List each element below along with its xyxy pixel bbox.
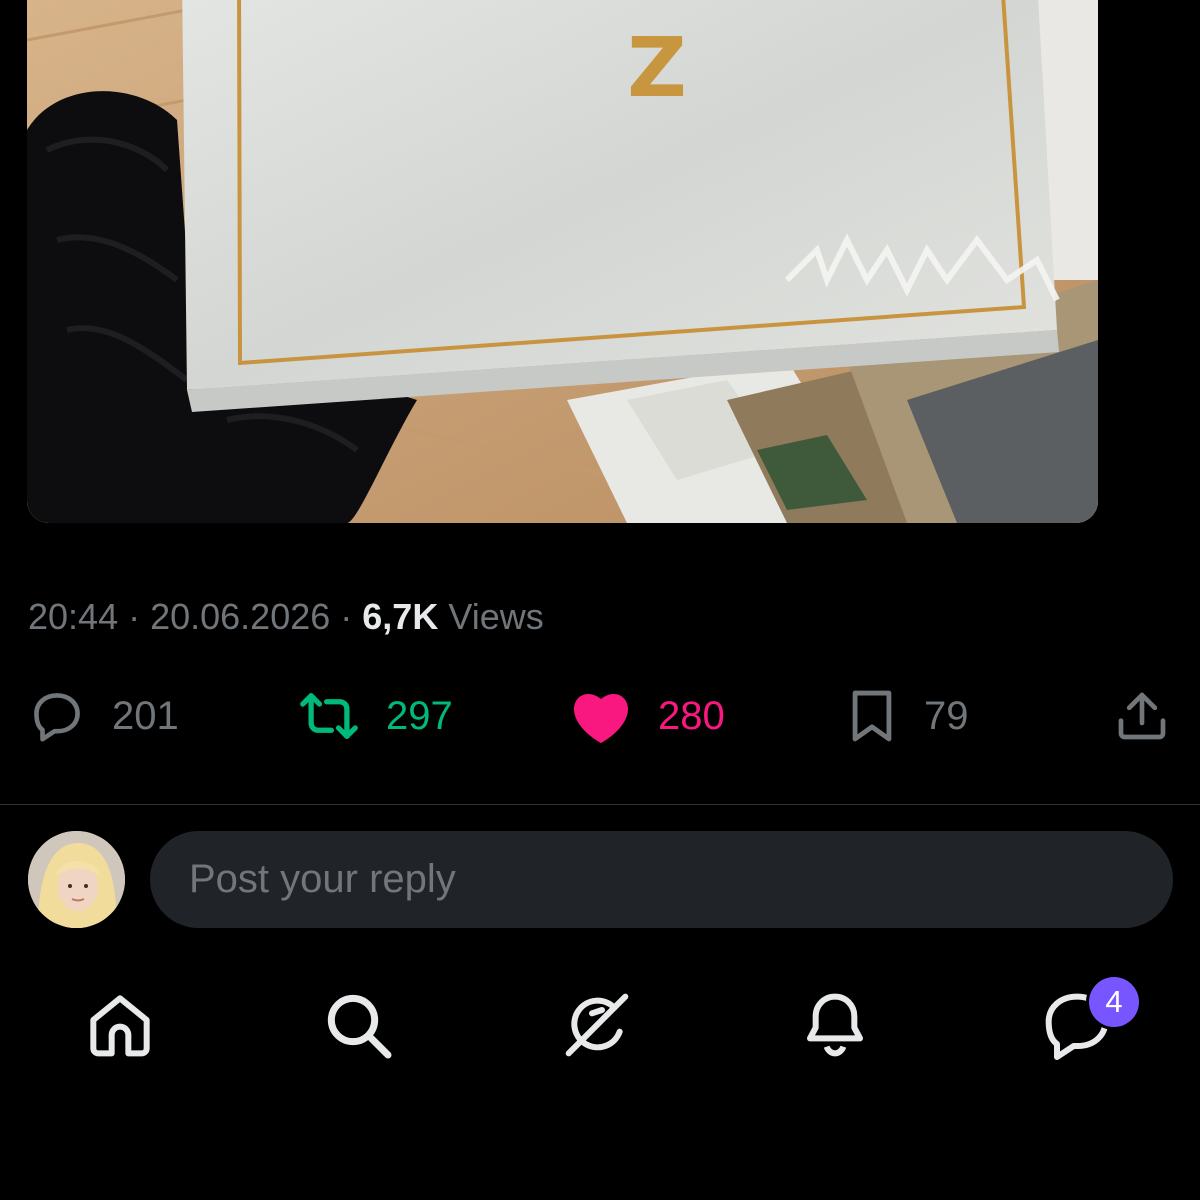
avatar-image bbox=[28, 831, 125, 928]
post-actions: 201 297 280 79 bbox=[0, 680, 1200, 752]
post-date: 20.06.2026 bbox=[150, 596, 331, 637]
nav-search[interactable] bbox=[318, 985, 398, 1065]
home-icon bbox=[80, 985, 160, 1065]
like-count: 280 bbox=[658, 693, 725, 738]
views-label[interactable]: Views bbox=[438, 596, 543, 637]
share-icon bbox=[1114, 688, 1170, 744]
search-icon bbox=[318, 985, 398, 1065]
nav-grok[interactable] bbox=[557, 985, 637, 1065]
repost-icon bbox=[298, 687, 360, 745]
bookmark-button[interactable]: 79 bbox=[846, 680, 969, 752]
share-button[interactable] bbox=[1114, 680, 1170, 752]
grok-icon bbox=[557, 985, 637, 1065]
nav-notifications[interactable] bbox=[795, 985, 875, 1065]
section-divider bbox=[0, 804, 1200, 805]
box-letter: Z bbox=[627, 21, 686, 116]
post-meta: 20:44 · 20.06.2026 · 6,7K Views bbox=[28, 596, 544, 638]
bottom-nav bbox=[0, 985, 1200, 1075]
bookmark-icon bbox=[846, 687, 898, 745]
like-button[interactable]: 280 bbox=[570, 680, 725, 752]
heart-filled-icon bbox=[570, 687, 632, 745]
nav-home[interactable] bbox=[80, 985, 160, 1065]
reply-composer[interactable] bbox=[150, 831, 1173, 928]
reply-icon bbox=[28, 687, 86, 745]
reply-input[interactable] bbox=[187, 856, 1131, 903]
meta-separator: · bbox=[330, 596, 363, 637]
bookmark-count: 79 bbox=[924, 693, 969, 738]
repost-count: 297 bbox=[386, 693, 453, 738]
avatar[interactable] bbox=[28, 831, 125, 928]
post-time: 20:44 bbox=[28, 596, 119, 637]
views-count[interactable]: 6,7K bbox=[362, 596, 438, 637]
reply-button[interactable]: 201 bbox=[28, 680, 179, 752]
notifications-icon bbox=[795, 985, 875, 1065]
reply-count: 201 bbox=[112, 693, 179, 738]
photo-illustration: Z bbox=[27, 0, 1098, 523]
repost-button[interactable]: 297 bbox=[298, 680, 453, 752]
messages-badge: 4 bbox=[1089, 977, 1139, 1027]
post-media-image[interactable]: Z bbox=[27, 0, 1098, 523]
meta-separator: · bbox=[118, 596, 151, 637]
